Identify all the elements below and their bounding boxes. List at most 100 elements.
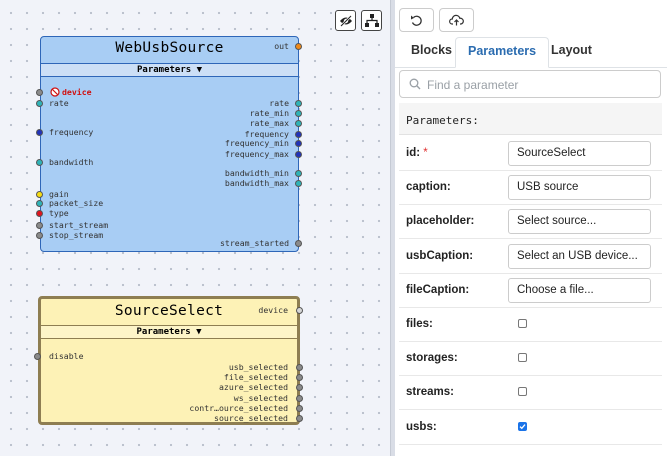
input-port-device[interactable] [35, 89, 43, 96]
graph-canvas[interactable]: WebUsbSource Parameters ▼ device rate freq… [0, 0, 390, 456]
output-port-frequency[interactable] [294, 131, 302, 138]
output-label-bandwidth-max: bandwidth_max [224, 178, 289, 188]
output-port-rate-min[interactable] [294, 110, 302, 117]
param-label-text: id: [406, 147, 421, 159]
param-label-text: fileCaption: [406, 283, 470, 296]
output-port-frequency-max[interactable] [294, 151, 302, 158]
param-input-placeholder[interactable]: Select source... [508, 209, 651, 235]
node-parameters-toggle[interactable]: Parameters ▼ [41, 63, 298, 77]
parameter-search-input[interactable]: Find a parameter [399, 70, 661, 98]
upload-button[interactable] [439, 8, 474, 32]
output-label-rate-max: rate_max [249, 118, 289, 128]
param-row-caption: caption: USB source [399, 171, 662, 206]
undo-button[interactable] [399, 8, 434, 32]
param-row-filecaption: fileCaption: Choose a file... [399, 274, 662, 308]
input-port-packet-size[interactable] [35, 200, 43, 207]
tab-layout[interactable]: Layout [539, 37, 604, 67]
required-marker: * [420, 147, 428, 159]
param-row-placeholder: placeholder: Select source... [399, 205, 662, 240]
param-input-caption[interactable]: USB source [508, 175, 651, 201]
param-label-text: usbs: [406, 420, 437, 433]
auto-layout-button[interactable] [361, 10, 382, 31]
param-label-placeholder: placeholder: [406, 215, 474, 227]
output-label-frequency-min: frequency_min [224, 138, 289, 148]
output-label-file-selected: file_selected [223, 372, 288, 382]
param-input-id[interactable]: SourceSelect [508, 141, 651, 166]
param-input-filecaption[interactable]: Choose a file... [508, 277, 651, 303]
param-label-usbs: usbs: [406, 421, 437, 433]
output-label-azure-selected: azure_selected [218, 382, 288, 392]
input-label-rate: rate [49, 98, 69, 108]
param-checkbox-storages[interactable] [518, 353, 527, 363]
input-label-type: type [49, 208, 69, 218]
hierarchy-icon [364, 14, 379, 27]
output-label-usb-selected: usb_selected [228, 362, 288, 372]
output-port-contr-ource-selected[interactable] [296, 405, 303, 412]
param-label-usbcaption: usbCaption: [406, 250, 473, 262]
output-label-rate: rate [269, 98, 289, 108]
input-label-stop-stream: stop_stream [49, 230, 104, 240]
output-port-frequency-min[interactable] [294, 140, 302, 147]
cloud-upload-icon [449, 14, 464, 26]
output-port-rate[interactable] [294, 100, 302, 107]
input-port-gain[interactable] [35, 191, 43, 198]
param-label-text: caption: [406, 181, 451, 194]
input-port-bandwidth[interactable] [35, 159, 43, 166]
node-parameters-toggle[interactable]: Parameters ▼ [41, 325, 297, 339]
param-row-usbcaption: usbCaption: Select an USB device... [399, 240, 662, 274]
input-port-rate[interactable] [35, 100, 43, 107]
search-placeholder: Find a parameter [427, 78, 519, 92]
output-label-rate-min: rate_min [249, 108, 289, 118]
input-label-start-stream: start_stream [49, 220, 109, 230]
error-icon [50, 87, 60, 97]
side-panel: Blocks Parameters Layout Find a paramete… [395, 0, 667, 456]
param-checkbox-files[interactable] [518, 319, 527, 328]
output-label-frequency-max: frequency_max [224, 149, 289, 159]
input-port-type[interactable] [35, 210, 43, 217]
search-icon [409, 78, 421, 90]
undo-icon [411, 15, 422, 26]
param-label-filecaption: fileCaption: [406, 284, 469, 296]
output-port-file-selected[interactable] [296, 374, 303, 381]
input-port-start-stream[interactable] [35, 222, 43, 229]
output-port-out[interactable] [294, 43, 302, 50]
output-port-ws-selected[interactable] [296, 395, 303, 402]
output-port-bandwidth-max[interactable] [294, 180, 302, 187]
param-checkbox-usbs[interactable] [518, 421, 527, 431]
input-label-packet-size: packet_size [49, 198, 104, 208]
param-label-text: files: [406, 318, 433, 330]
param-input-usbcaption[interactable]: Select an USB device... [508, 243, 651, 269]
parameters-header: Parameters: [399, 103, 662, 135]
param-row-usbs: usbs: [399, 411, 662, 445]
output-label-contr-ource-selected: contr…ource_selected [189, 403, 288, 413]
output-port-stream-started[interactable] [294, 240, 302, 247]
output-port-azure-selected[interactable] [296, 384, 303, 391]
param-label-streams: streams: [406, 386, 454, 398]
output-label-stream-started: stream_started [219, 238, 289, 248]
toggle-visibility-button[interactable] [335, 10, 356, 31]
input-port-frequency[interactable] [35, 129, 43, 136]
output-port-source-selected[interactable] [296, 415, 303, 422]
node-webusbsource[interactable]: WebUsbSource Parameters ▼ device rate freq… [35, 36, 302, 252]
param-row-id: id: * SourceSelect [399, 137, 662, 171]
input-label-frequency: frequency [49, 127, 94, 137]
input-port-stop-stream[interactable] [35, 232, 43, 239]
output-port-usb-selected[interactable] [296, 364, 303, 371]
param-label-caption: caption: [406, 181, 451, 193]
input-label-device: device [62, 87, 92, 97]
checkmark-icon [519, 423, 526, 429]
input-label-bandwidth: bandwidth [49, 157, 94, 167]
param-label-text: streams: [406, 386, 454, 399]
node-sourceselect[interactable]: SourceSelect Parameters ▼ disable device u… [34, 296, 303, 425]
output-port-device[interactable] [296, 307, 303, 314]
param-label-text: storages: [406, 352, 458, 365]
input-port-disable[interactable] [34, 353, 41, 360]
param-label-text: placeholder: [406, 215, 475, 228]
eye-slash-icon [339, 14, 352, 27]
output-port-rate-max[interactable] [294, 120, 302, 127]
output-port-bandwidth-min[interactable] [294, 170, 302, 177]
param-label-storages: storages: [406, 352, 458, 364]
input-label-disable: disable [49, 351, 84, 361]
param-checkbox-streams[interactable] [518, 387, 527, 397]
tab-parameters[interactable]: Parameters [455, 37, 550, 68]
